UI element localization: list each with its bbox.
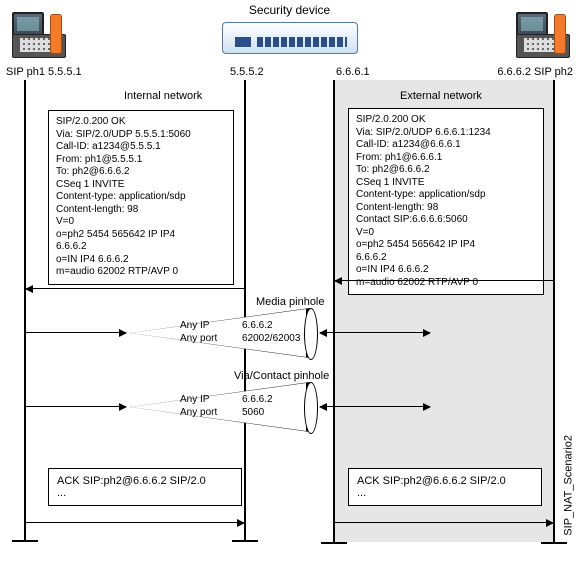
device-right-ip: 6.6.6.1 bbox=[336, 66, 370, 78]
external-network-label: External network bbox=[400, 90, 482, 102]
msg-external-200ok: SIP/2.0.200 OKVia: SIP/2.0/UDP 6.6.6.1:1… bbox=[348, 108, 544, 295]
security-device-icon bbox=[222, 22, 358, 54]
internal-network-label: Internal network bbox=[124, 90, 202, 102]
media-pinhole-label: Media pinhole bbox=[256, 296, 325, 308]
arrow-via-in bbox=[26, 406, 126, 407]
lifeline-devL-foot bbox=[232, 540, 258, 542]
via-pinhole-cone: Any IPAny port 6.6.6.25060 bbox=[130, 382, 316, 432]
arrow-media-in bbox=[26, 332, 126, 333]
arrow-ack-internal bbox=[26, 522, 244, 523]
scenario-side-label: SIP_NAT_Scenario2 bbox=[563, 435, 575, 536]
device-title: Security device bbox=[0, 3, 579, 17]
via-pinhole-label: Via/Contact pinhole bbox=[234, 370, 329, 382]
media-pinhole-left-text: Any IPAny port bbox=[180, 320, 217, 345]
left-phone-label: SIP ph1 5.5.5.1 bbox=[6, 66, 82, 78]
ip-phone-right-icon bbox=[516, 12, 568, 56]
right-phone-label: 6.6.6.2 SIP ph2 bbox=[497, 66, 573, 78]
ack-external-box: ACK SIP:ph2@6.6.6.2 SIP/2.0... bbox=[348, 468, 542, 506]
lifeline-ph2-foot bbox=[541, 542, 567, 544]
media-pinhole-cone: Any IPAny port 6.6.6.262002/62003 bbox=[130, 308, 316, 358]
media-pinhole-right-text: 6.6.6.262002/62003 bbox=[242, 320, 300, 345]
via-pinhole-left-text: Any IPAny port bbox=[180, 394, 217, 419]
lifeline-ph1-foot bbox=[12, 540, 38, 542]
device-left-ip: 5.5.5.2 bbox=[230, 66, 264, 78]
arrow-ack-external bbox=[335, 522, 553, 523]
arrow-200ok-external-to-device bbox=[335, 280, 553, 281]
ack-internal-box: ACK SIP:ph2@6.6.6.2 SIP/2.0... bbox=[48, 468, 242, 506]
lifeline-devR-foot bbox=[321, 542, 347, 544]
arrow-via-out bbox=[320, 406, 430, 407]
msg-internal-200ok: SIP/2.0.200 OKVia: SIP/2.0/UDP 5.5.5.1:5… bbox=[48, 110, 234, 285]
via-pinhole-right-text: 6.6.6.25060 bbox=[242, 394, 273, 419]
lifeline-device-right bbox=[333, 80, 335, 542]
arrow-200ok-device-to-ph1 bbox=[26, 288, 244, 289]
lifeline-ph1 bbox=[24, 80, 26, 540]
lifeline-ph2 bbox=[553, 80, 555, 542]
arrow-media-out bbox=[320, 332, 430, 333]
ip-phone-left-icon bbox=[12, 12, 64, 56]
